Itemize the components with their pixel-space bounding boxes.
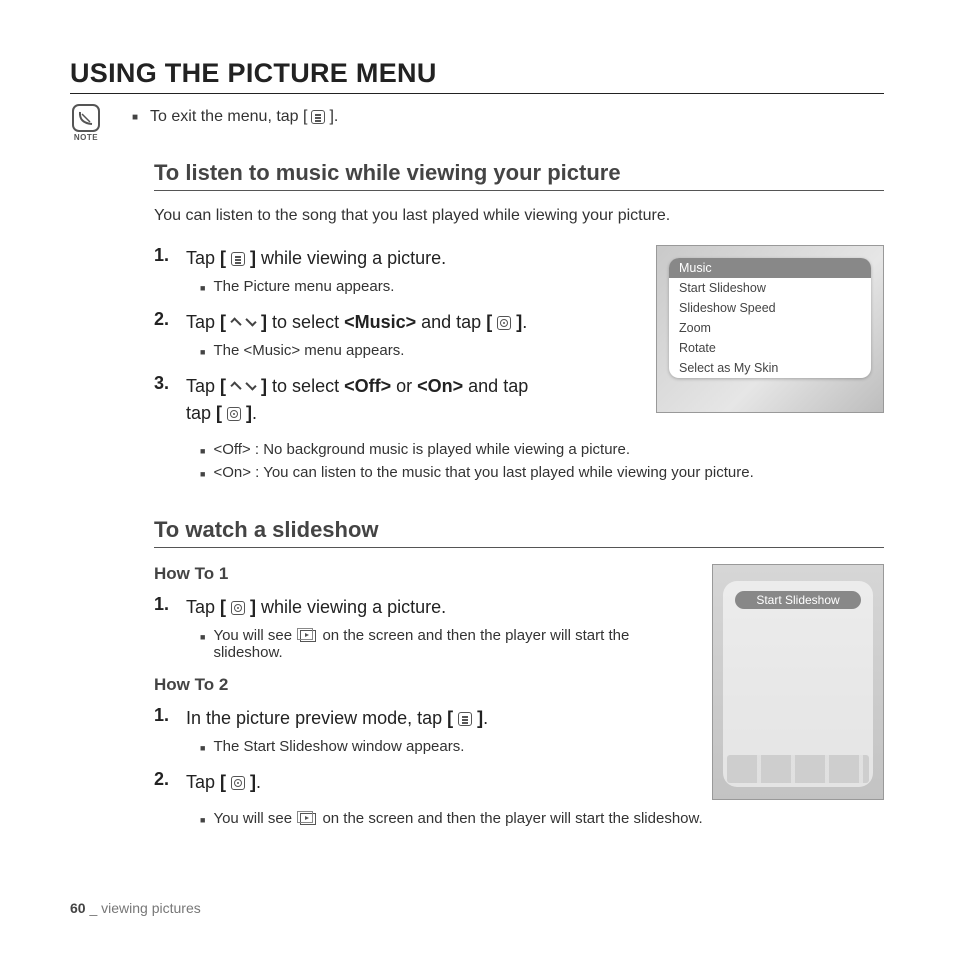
step-text: to select	[267, 376, 344, 396]
select-button-icon	[227, 407, 241, 421]
sub-text: <On> : You can listen to the music that …	[213, 464, 753, 481]
sub-text: <Off> : No background music is played wh…	[213, 441, 630, 458]
note-icon	[72, 104, 100, 132]
step-text: .	[522, 312, 527, 332]
chevron-up-icon	[230, 317, 241, 328]
note-text-pre: To exit the menu, tap [	[150, 108, 307, 126]
step-text: Tap	[186, 312, 220, 332]
sub-bullet: ■The <Music> menu appears.	[186, 342, 644, 359]
step-bold: <Off>	[344, 376, 391, 396]
step-bold: <On>	[417, 376, 463, 396]
step-text: In the picture preview mode, tap	[186, 708, 447, 728]
select-button-icon	[231, 776, 245, 790]
sub-bullet: ■The Start Slideshow window appears.	[186, 738, 694, 755]
step: 1. Tap [ ] while viewing a picture. ■The…	[154, 245, 644, 295]
sub-text: The Picture menu appears.	[213, 278, 394, 295]
sub-text: The <Music> menu appears.	[213, 342, 404, 359]
section2-body: Start Slideshow How To 1 1. Tap [ ] whil…	[154, 564, 884, 796]
note-badge: NOTE	[72, 104, 100, 142]
sub-bullet: ■You will see on the screen and then the…	[186, 810, 884, 827]
step: 2. Tap [ ].	[154, 769, 694, 796]
sub-bullet: ■<Off> : No background music is played w…	[186, 441, 884, 458]
slideshow-icon	[296, 628, 318, 642]
step: 2. Tap [ ] to select <Music> and tap [ ]…	[154, 309, 644, 359]
menu-button-icon	[311, 110, 325, 124]
slideshow-icon	[296, 811, 318, 825]
menu-item-zoom[interactable]: Zoom	[669, 318, 871, 338]
footer-section-name: viewing pictures	[101, 900, 201, 916]
page-title: USING THE PICTURE MENU	[70, 58, 884, 94]
section2-heading: To watch a slideshow	[154, 517, 884, 548]
sub-bullet: ■<On> : You can listen to the music that…	[186, 464, 884, 481]
menu-item-start-slideshow[interactable]: Start Slideshow	[669, 278, 871, 298]
step-text: Tap	[186, 597, 220, 617]
step: 1. Tap [ ] while viewing a picture. ■You…	[154, 594, 694, 661]
menu-button-icon	[231, 252, 245, 266]
page-footer: 60 _ viewing pictures	[70, 900, 201, 916]
menu-item-slideshow-speed[interactable]: Slideshow Speed	[669, 298, 871, 318]
step-text: to select	[267, 312, 344, 332]
menu-button-icon	[458, 712, 472, 726]
sub-text: You will see on the screen and then the …	[213, 810, 702, 827]
device-screenshot-slideshow: Start Slideshow	[712, 564, 884, 800]
page-number: 60	[70, 900, 86, 916]
step-number: 1.	[154, 594, 176, 661]
select-button-icon	[497, 316, 511, 330]
menu-item-select-skin[interactable]: Select as My Skin	[669, 358, 871, 378]
step-text: .	[483, 708, 488, 728]
device-screenshot-picture-menu: Music Start Slideshow Slideshow Speed Zo…	[656, 245, 884, 413]
step: 1. In the picture preview mode, tap [ ].…	[154, 705, 694, 755]
section1-body: Music Start Slideshow Slideshow Speed Zo…	[154, 245, 884, 481]
step-bold: <Music>	[344, 312, 416, 332]
chevron-up-icon	[230, 381, 241, 392]
select-button-icon	[231, 601, 245, 615]
sub-text: You will see on the screen and then the …	[213, 627, 694, 661]
chevron-down-icon	[245, 315, 256, 326]
start-slideshow-pill[interactable]: Start Slideshow	[735, 591, 861, 609]
step-text: .	[252, 403, 257, 423]
step-text: while viewing a picture.	[256, 597, 446, 617]
note-label: NOTE	[74, 133, 98, 142]
step-text: Tap	[186, 376, 220, 396]
sub-bullet: ■The Picture menu appears.	[186, 278, 644, 295]
step-text: and tap	[416, 312, 486, 332]
sub-bullet: ■You will see on the screen and then the…	[186, 627, 694, 661]
sub-text: The Start Slideshow window appears.	[213, 738, 464, 755]
step-number: 1.	[154, 245, 176, 295]
section1-intro: You can listen to the song that you last…	[154, 207, 884, 225]
step-text: and tap	[463, 376, 528, 396]
step-number: 1.	[154, 705, 176, 755]
step-text: Tap	[186, 772, 220, 792]
menu-item-music[interactable]: Music	[669, 258, 871, 278]
picture-menu-popup: Music Start Slideshow Slideshow Speed Zo…	[669, 258, 871, 378]
thumbnail-strip	[727, 755, 869, 783]
section1-heading: To listen to music while viewing your pi…	[154, 160, 884, 191]
note-text: ■ To exit the menu, tap [ ].	[112, 108, 338, 126]
step-text: .	[256, 772, 261, 792]
step-text: while viewing a picture.	[256, 248, 446, 268]
step: 3. Tap [ ] to select <Off> or <On> and t…	[154, 373, 644, 427]
step-text: or	[391, 376, 417, 396]
note-row: NOTE ■ To exit the menu, tap [ ].	[72, 104, 884, 142]
menu-item-rotate[interactable]: Rotate	[669, 338, 871, 358]
step-number: 2.	[154, 309, 176, 359]
step-text: Tap	[186, 248, 220, 268]
step-number: 2.	[154, 769, 176, 796]
chevron-down-icon	[245, 379, 256, 390]
step-number: 3.	[154, 373, 176, 427]
note-text-post: ].	[329, 108, 338, 126]
